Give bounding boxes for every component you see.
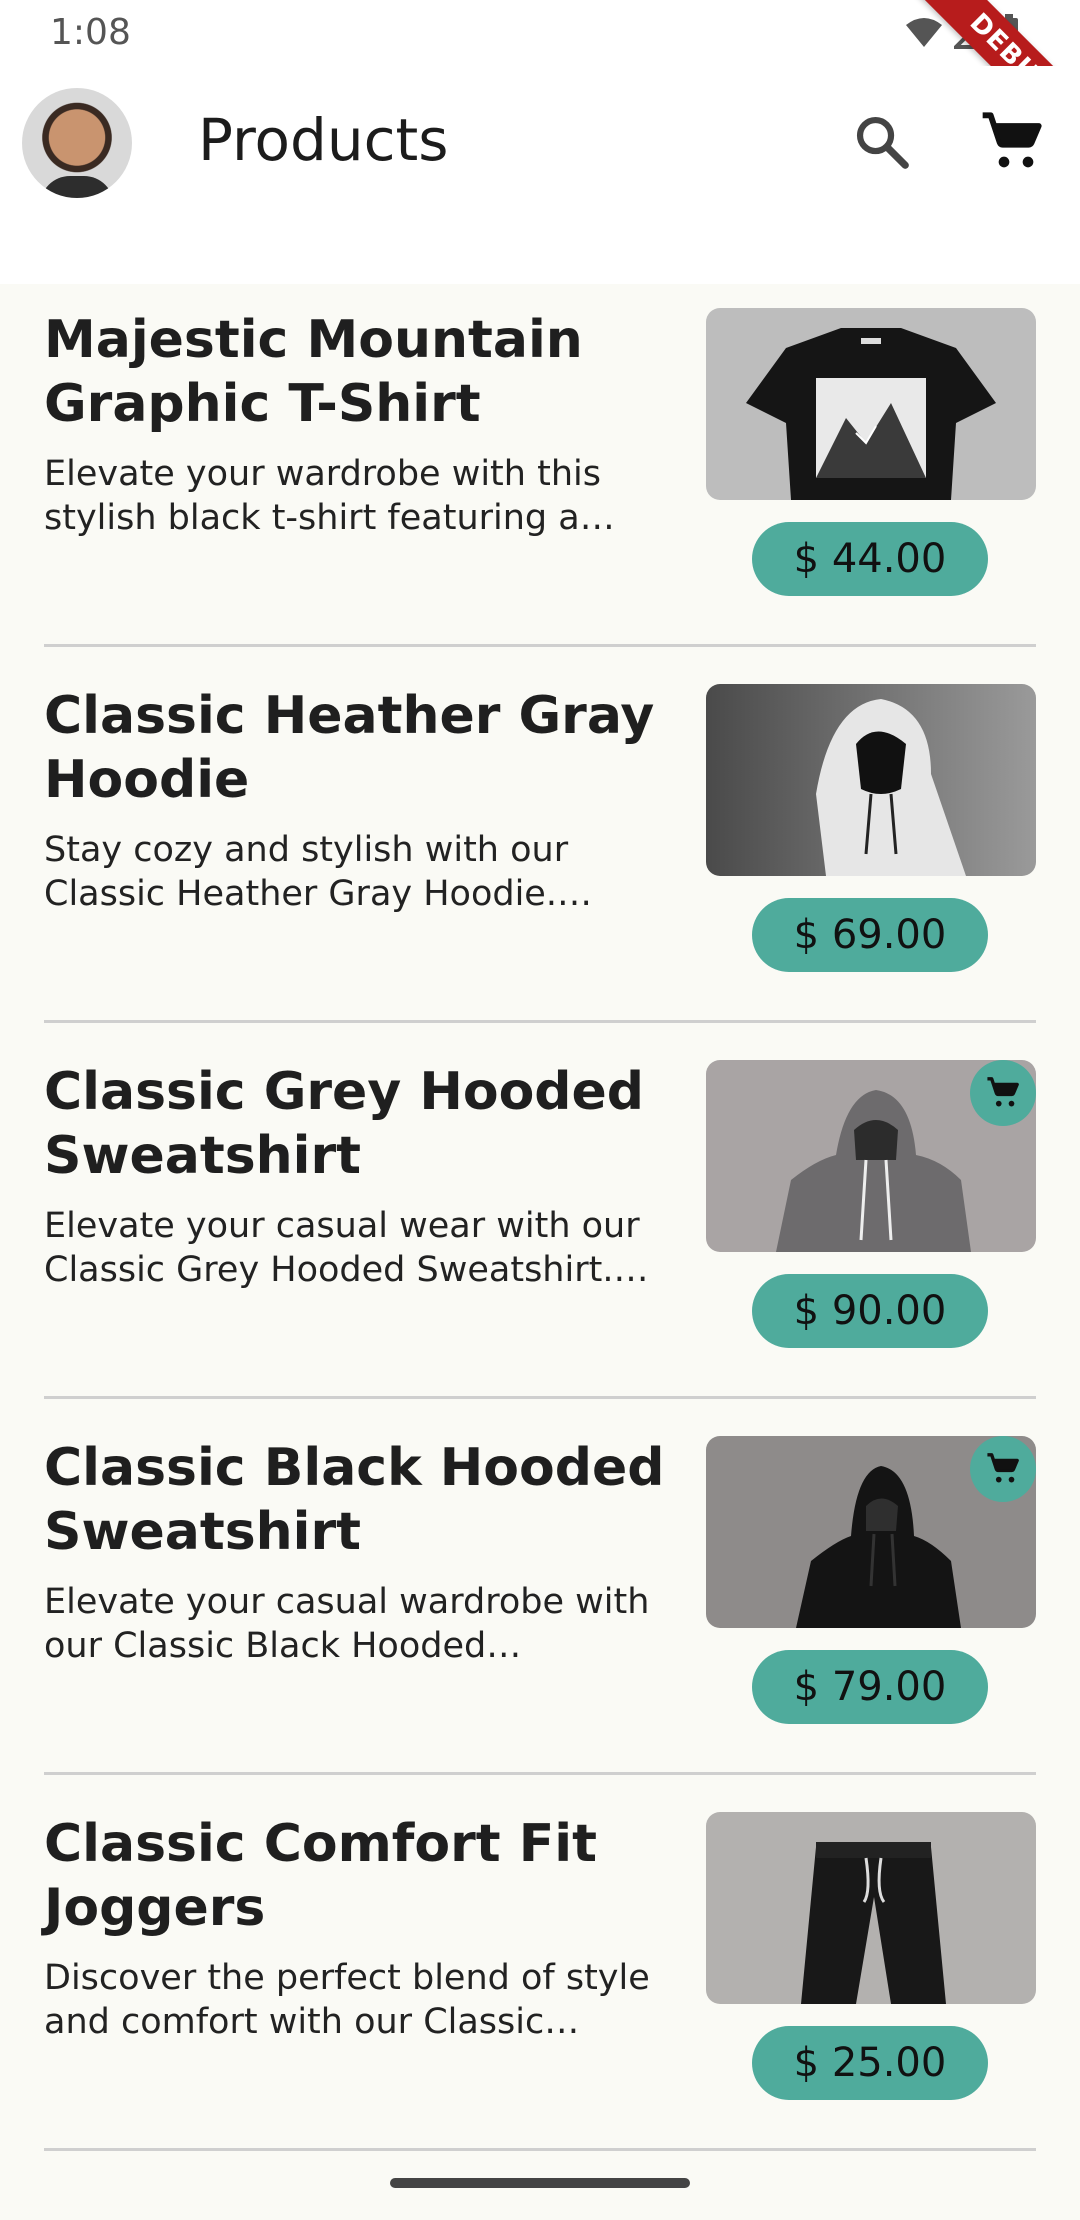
cart-icon [987, 1453, 1019, 1483]
price-badge[interactable]: $ 25.00 [752, 2026, 988, 2100]
product-item[interactable]: Classic Grey Hooded Sweatshirt Elevate y… [44, 1036, 1036, 1412]
product-item[interactable]: Classic Black Hooded Sweatshirt Elevate … [44, 1412, 1036, 1788]
product-item[interactable]: Classic Comfort Fit Joggers Discover the… [44, 1788, 1036, 2164]
in-cart-badge [970, 1436, 1036, 1502]
product-image[interactable] [706, 1060, 1036, 1252]
app-bar: Products [0, 66, 1080, 284]
product-title: Classic Comfort Fit Joggers [44, 1814, 597, 1938]
tshirt-image [706, 308, 1036, 500]
page-title: Products [198, 106, 449, 174]
product-image[interactable] [706, 1436, 1036, 1628]
status-bar: 1:08 DEBUG [0, 0, 1080, 164]
product-image[interactable] [706, 308, 1036, 500]
avatar-shirt [40, 176, 114, 198]
price-badge[interactable]: $ 69.00 [752, 898, 988, 972]
product-item[interactable]: Classic Heather Gray Hoodie Stay cozy an… [44, 660, 1036, 1036]
product-list[interactable]: Majestic Mountain Graphic T-Shirt Elevat… [0, 284, 1080, 2220]
price-badge[interactable]: $ 44.00 [752, 522, 988, 596]
joggers-image [706, 1812, 1036, 2004]
product-title: Classic Grey Hooded Sweatshirt [44, 1062, 645, 1186]
wifi-icon [906, 18, 942, 47]
avatar[interactable] [22, 88, 132, 198]
product-image[interactable] [706, 684, 1036, 876]
divider [44, 1020, 1036, 1023]
product-description: Elevate your wardrobe with this stylish … [44, 454, 601, 538]
product-description: Discover the perfect blend of style and … [44, 1958, 650, 2042]
divider [44, 644, 1036, 647]
product-description: Elevate your casual wardrobe with our Cl… [44, 1582, 650, 1666]
product-image[interactable] [706, 1812, 1036, 2004]
price-badge[interactable]: $ 79.00 [752, 1650, 988, 1724]
divider [44, 1772, 1036, 1775]
cart-button[interactable] [972, 102, 1052, 182]
product-title: Classic Black Hooded Sweatshirt [44, 1438, 665, 1562]
divider [44, 1396, 1036, 1399]
divider [44, 2148, 1036, 2151]
price-badge[interactable]: $ 90.00 [752, 1274, 988, 1348]
product-item[interactable]: Majestic Mountain Graphic T-Shirt Elevat… [44, 284, 1036, 660]
hoodie-image [706, 684, 1036, 876]
product-title: Classic Heather Gray Hoodie [44, 686, 655, 810]
product-description: Elevate your casual wear with our Classi… [44, 1206, 640, 1290]
product-description: Stay cozy and stylish with our Classic H… [44, 830, 569, 914]
in-cart-badge [970, 1060, 1036, 1126]
search-icon [856, 116, 909, 169]
cart-icon [987, 1077, 1019, 1107]
status-time: 1:08 [50, 12, 131, 53]
cart-icon [982, 112, 1042, 168]
search-button[interactable] [842, 102, 922, 182]
home-indicator[interactable] [390, 2178, 690, 2188]
product-title: Majestic Mountain Graphic T-Shirt [44, 310, 583, 434]
